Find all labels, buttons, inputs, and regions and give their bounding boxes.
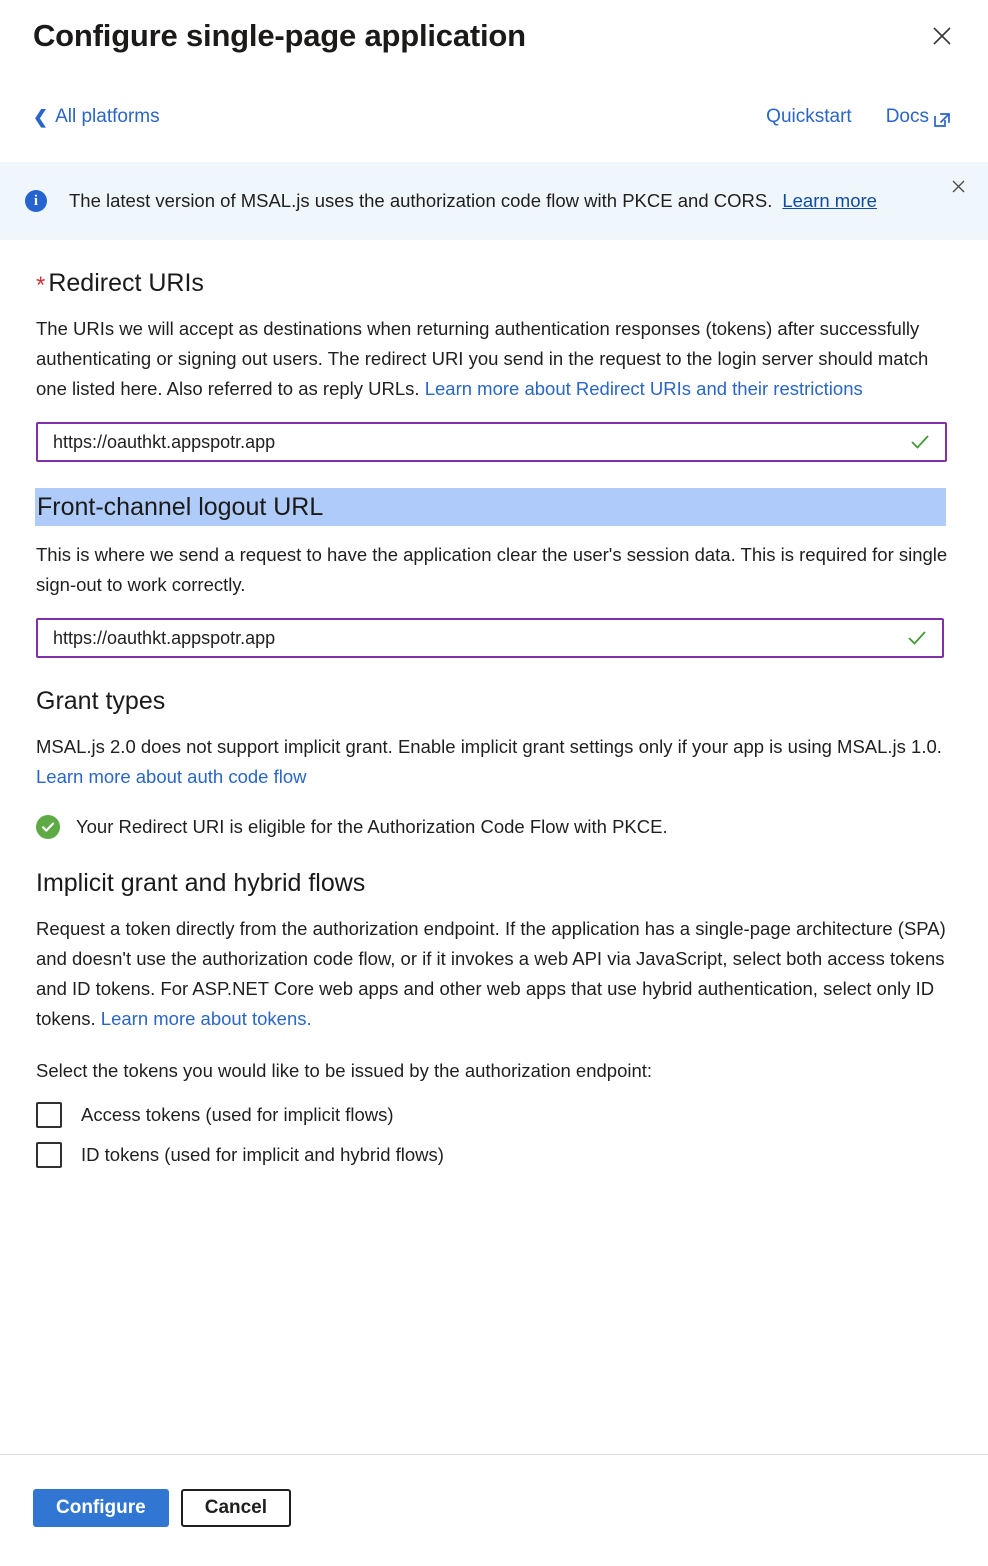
id-tokens-checkbox-row[interactable]: ID tokens (used for implicit and hybrid … [36, 1142, 952, 1168]
docs-label: Docs [885, 106, 929, 127]
implicit-grant-heading-label: Implicit grant and hybrid flows [36, 869, 366, 897]
docs-link[interactable]: Docs [886, 104, 952, 130]
access-tokens-checkbox[interactable] [36, 1102, 62, 1128]
footer-actions: Configure Cancel [0, 1455, 988, 1527]
page-title: Configure single-page application [33, 18, 526, 53]
back-to-all-platforms-link[interactable]: ❮ All platforms [33, 104, 160, 130]
panel-footer: Configure Cancel [0, 1454, 988, 1566]
auth-code-flow-learn-more-link[interactable]: Learn more about auth code flow [36, 766, 306, 787]
grant-types-heading-label: Grant types [36, 687, 166, 715]
front-channel-logout-input[interactable] [36, 618, 944, 658]
success-check-circle-icon [36, 815, 60, 839]
back-link-label: All platforms [55, 106, 160, 127]
id-tokens-checkbox[interactable] [36, 1142, 62, 1168]
redirect-uris-heading: * Redirect URIs [36, 266, 952, 300]
chevron-left-icon: ❮ [33, 107, 49, 127]
front-channel-logout-heading: Front-channel logout URL [35, 488, 946, 526]
info-icon: i [25, 190, 47, 212]
token-select-prompt: Select the tokens you would like to be i… [36, 1060, 653, 1081]
redirect-uris-learn-more-link[interactable]: Learn more about Redirect URIs and their… [425, 378, 863, 399]
redirect-uris-description: The URIs we will accept as destinations … [36, 314, 951, 404]
id-tokens-label: ID tokens (used for implicit and hybrid … [81, 1144, 444, 1165]
configure-button[interactable]: Configure [33, 1489, 169, 1527]
grant-types-description-text: MSAL.js 2.0 does not support implicit gr… [36, 736, 942, 757]
command-bar-links: Quickstart Docs [766, 104, 952, 130]
info-banner-message: The latest version of MSAL.js uses the a… [69, 190, 773, 211]
cancel-button[interactable]: Cancel [180, 1489, 292, 1527]
dismiss-banner-button[interactable] [944, 172, 972, 200]
implicit-grant-heading: Implicit grant and hybrid flows [36, 866, 952, 900]
redirect-uris-heading-label: Redirect URIs [48, 269, 204, 297]
quickstart-link[interactable]: Quickstart [766, 104, 852, 130]
front-channel-logout-description: This is where we send a request to have … [36, 544, 948, 595]
info-banner-text: The latest version of MSAL.js uses the a… [69, 188, 877, 214]
external-link-icon [932, 109, 952, 129]
redirect-uri-input[interactable] [36, 422, 947, 462]
access-tokens-label: Access tokens (used for implicit flows) [81, 1104, 394, 1125]
panel-header: Configure single-page application [0, 0, 988, 104]
grant-types-heading: Grant types [36, 684, 952, 718]
command-bar: ❮ All platforms Quickstart Docs [0, 104, 988, 162]
info-banner-learn-more-link[interactable]: Learn more [782, 190, 877, 211]
required-asterisk: * [36, 272, 46, 299]
redirect-uri-field [36, 422, 947, 462]
front-channel-logout-heading-label: Front-channel logout URL [37, 493, 324, 521]
eligibility-status: Your Redirect URI is eligible for the Au… [36, 814, 952, 840]
tokens-learn-more-link[interactable]: Learn more about tokens. [101, 1008, 312, 1029]
close-icon [933, 27, 951, 45]
grant-types-description: MSAL.js 2.0 does not support implicit gr… [36, 732, 951, 792]
close-panel-button[interactable] [922, 16, 962, 56]
quickstart-label: Quickstart [766, 106, 852, 127]
close-icon [952, 180, 964, 192]
access-tokens-checkbox-row[interactable]: Access tokens (used for implicit flows) [36, 1102, 952, 1128]
implicit-grant-description: Request a token directly from the author… [36, 914, 951, 1034]
eligibility-text: Your Redirect URI is eligible for the Au… [76, 816, 668, 837]
info-banner: i The latest version of MSAL.js uses the… [0, 162, 988, 240]
panel-content: * Redirect URIs The URIs we will accept … [0, 266, 988, 1303]
front-channel-logout-field [36, 618, 944, 658]
